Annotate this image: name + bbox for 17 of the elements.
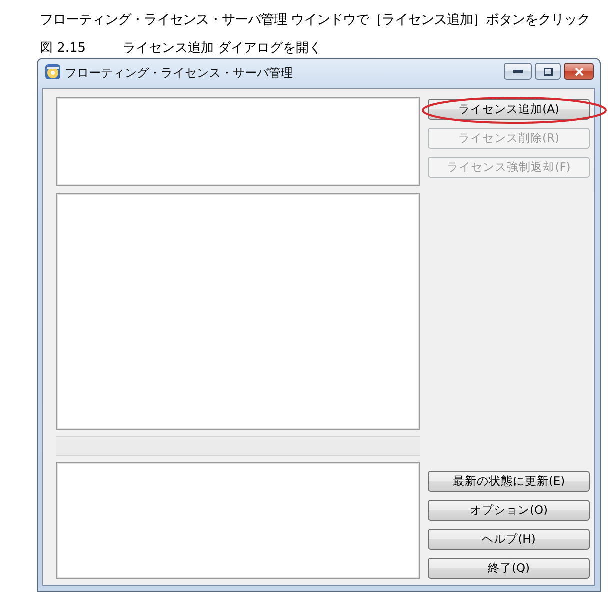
minimize-icon [513, 70, 523, 73]
maximize-button[interactable] [535, 63, 561, 80]
figure-number: 図 2.15 [40, 40, 86, 58]
action-button[interactable]: 終了(Q) [428, 558, 590, 579]
close-icon [574, 68, 584, 76]
window-title: フローティング・ライセンス・サーバ管理 [65, 65, 293, 81]
instruction-text: フローティング・ライセンス・サーバ管理 ウインドウで［ライセンス追加］ボタンをクリック [40, 12, 590, 30]
action-button[interactable]: 最新の状態に更新(E) [428, 471, 590, 492]
action-button[interactable]: ヘルプ(H) [428, 529, 590, 550]
action-button[interactable]: ライセンス追加(A) [428, 99, 590, 120]
figure-caption: ライセンス追加 ダイアログを開く [123, 40, 322, 58]
maximize-icon [544, 68, 552, 76]
action-button[interactable]: オプション(O) [428, 500, 590, 521]
close-button[interactable] [564, 63, 594, 80]
list-box[interactable] [56, 462, 420, 579]
list-box[interactable] [56, 97, 420, 186]
minimize-button[interactable] [504, 63, 532, 80]
